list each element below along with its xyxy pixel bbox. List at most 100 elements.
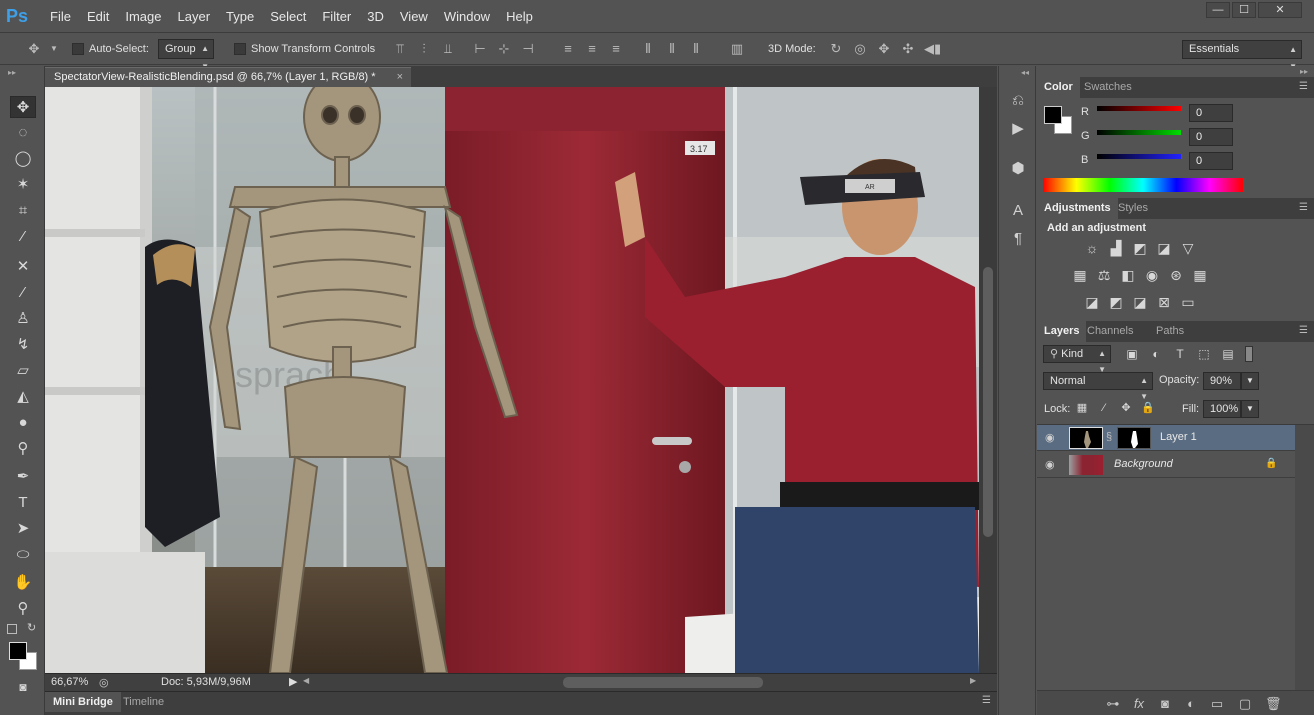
fx-icon[interactable]: fx (1131, 696, 1147, 711)
show-transform-checkbox[interactable]: Show Transform Controls (234, 41, 375, 57)
channel-mixer-icon[interactable]: ⊛ (1167, 266, 1185, 284)
curves-icon[interactable]: ◩ (1131, 239, 1149, 257)
tab-swatches[interactable]: Swatches (1077, 77, 1139, 98)
exposure-icon[interactable]: ◪ (1155, 239, 1173, 257)
maximize-button[interactable]: ☐ (1232, 2, 1256, 18)
add-mask-icon[interactable]: ◙ (1157, 696, 1173, 711)
zoom-level[interactable]: 66,67% (51, 676, 88, 688)
3d-slide-icon[interactable]: ✣ (900, 41, 916, 57)
panel-menu-icon[interactable]: ☰ (1299, 202, 1308, 213)
red-slider[interactable] (1097, 106, 1181, 111)
3d-panel-icon[interactable]: ⬢ (1007, 158, 1029, 180)
collapse-tools-icon[interactable]: ▸▸ (8, 68, 16, 77)
character-panel-icon[interactable]: A (1007, 200, 1029, 222)
brightness-icon[interactable]: ☼ (1083, 239, 1101, 257)
lock-image-icon[interactable]: ⁄ (1095, 399, 1113, 417)
eye-icon[interactable]: ◉ (1045, 431, 1055, 444)
lasso-tool-icon[interactable]: ◯ (10, 148, 36, 170)
tab-channels[interactable]: Channels (1080, 321, 1140, 342)
tab-styles[interactable]: Styles (1111, 198, 1155, 219)
layer-row-layer-1[interactable]: ◉ § Layer 1 (1037, 425, 1295, 451)
gradient-map-icon[interactable]: ▭ (1179, 293, 1197, 311)
default-colors-icon[interactable] (7, 624, 17, 634)
new-group-icon[interactable]: ▭ (1209, 696, 1225, 712)
paragraph-panel-icon[interactable]: ¶ (1007, 228, 1029, 250)
menu-type[interactable]: Type (218, 0, 262, 33)
menu-window[interactable]: Window (436, 0, 498, 33)
blue-slider[interactable] (1097, 154, 1181, 159)
swap-colors-icon[interactable]: ↻ (27, 621, 36, 634)
lock-transparent-icon[interactable]: ▦ (1073, 399, 1091, 417)
eye-icon[interactable]: ◉ (1045, 458, 1055, 471)
3d-rotate-icon[interactable]: ↻ (828, 41, 844, 57)
distribute-vcenter-icon[interactable]: ≡ (584, 41, 600, 57)
blue-value-field[interactable]: 0 (1189, 152, 1233, 170)
checkbox-icon[interactable] (72, 43, 84, 56)
chevron-down-icon[interactable]: ▼ (46, 41, 62, 57)
menu-select[interactable]: Select (262, 0, 314, 33)
close-icon[interactable]: × (397, 68, 403, 87)
panel-menu-icon[interactable]: ☰ (1299, 325, 1308, 336)
workspace-dropdown[interactable]: Essentials▲▼ (1182, 40, 1302, 71)
align-left-icon[interactable]: ⊢ (472, 41, 488, 57)
checkbox-icon[interactable] (234, 43, 246, 56)
distribute-hcenter-icon[interactable]: ⦀ (664, 41, 680, 57)
new-adjustment-icon[interactable]: ◐ (1183, 696, 1199, 711)
layer-name-layer-1[interactable]: Layer 1 (1160, 431, 1197, 443)
scroll-left-icon[interactable]: ◀ (303, 676, 309, 685)
collapse-strip-icon[interactable]: ◂◂ (1021, 68, 1029, 77)
actions-panel-icon[interactable]: ▶ (1007, 118, 1029, 140)
lock-position-icon[interactable]: ✥ (1117, 399, 1135, 417)
color-spectrum-bar[interactable] (1043, 178, 1243, 192)
status-info-icon[interactable]: ◎ (99, 676, 109, 689)
3d-roll-icon[interactable]: ◎ (852, 41, 868, 57)
blend-mode-dropdown[interactable]: Normal ▲ ▼ (1043, 372, 1153, 401)
3d-pan-icon[interactable]: ✥ (876, 41, 892, 57)
document-tab[interactable]: SpectatorView-RealisticBlending.psd @ 66… (45, 67, 411, 87)
menu-file[interactable]: File (42, 0, 79, 33)
tab-timeline[interactable]: Timeline (115, 692, 172, 712)
ellipse-tool-icon[interactable]: ⬭ (10, 544, 36, 566)
move-tool-icon[interactable]: ✥ (10, 96, 36, 118)
3d-camera-icon[interactable]: ◀▮ (924, 41, 941, 57)
vertical-scroll-thumb[interactable] (983, 267, 993, 537)
black-white-icon[interactable]: ◧ (1119, 266, 1137, 284)
red-value-field[interactable]: 0 (1189, 104, 1233, 122)
link-layers-icon[interactable]: ⊶ (1105, 696, 1121, 712)
clone-stamp-tool-icon[interactable]: ♙ (10, 308, 36, 330)
filter-pixel-icon[interactable]: ▣ (1123, 345, 1141, 363)
posterize-icon[interactable]: ◩ (1107, 293, 1125, 311)
hand-tool-icon[interactable]: ✋ (10, 572, 36, 594)
distribute-right-icon[interactable]: ⦀ (688, 41, 704, 57)
new-layer-icon[interactable]: ▢ (1237, 696, 1253, 712)
layers-scrollbar[interactable] (1295, 425, 1314, 690)
menu-help[interactable]: Help (498, 0, 541, 33)
filter-type-icon[interactable]: T (1171, 345, 1189, 363)
tab-mini-bridge[interactable]: Mini Bridge (45, 692, 121, 712)
crop-tool-icon[interactable]: ⌗ (10, 200, 36, 222)
align-right-icon[interactable]: ⊣ (520, 41, 536, 57)
align-bottom-icon[interactable]: ⫫ (440, 41, 456, 57)
tab-paths[interactable]: Paths (1149, 321, 1191, 342)
close-window-button[interactable]: ✕ (1258, 2, 1302, 18)
tab-adjustments[interactable]: Adjustments (1037, 198, 1118, 219)
photo-filter-icon[interactable]: ◉ (1143, 266, 1161, 284)
chain-link-icon[interactable]: § (1106, 431, 1112, 443)
brush-tool-icon[interactable]: ⁄ (10, 282, 36, 304)
fill-field[interactable]: 100% (1203, 400, 1241, 418)
distribute-left-icon[interactable]: ⦀ (640, 41, 656, 57)
magic-wand-tool-icon[interactable]: ✶ (10, 174, 36, 196)
menu-filter[interactable]: Filter (314, 0, 359, 33)
align-hcenter-icon[interactable]: ⊹ (496, 41, 512, 57)
filter-toggle-switch[interactable] (1245, 346, 1253, 362)
auto-select-checkbox[interactable]: Auto-Select: (72, 41, 149, 57)
tab-color[interactable]: Color (1037, 77, 1080, 98)
scroll-right-icon[interactable]: ▶ (970, 676, 976, 685)
horizontal-scroll-thumb[interactable] (563, 677, 763, 688)
vertical-scrollbar[interactable] (979, 87, 997, 673)
invert-icon[interactable]: ◪ (1083, 293, 1101, 311)
distribute-bottom-icon[interactable]: ≡ (608, 41, 624, 57)
hue-saturation-icon[interactable]: ▦ (1071, 266, 1089, 284)
filter-shape-icon[interactable]: ⬚ (1195, 345, 1213, 363)
eyedropper-tool-icon[interactable]: ⁄ (10, 226, 36, 248)
